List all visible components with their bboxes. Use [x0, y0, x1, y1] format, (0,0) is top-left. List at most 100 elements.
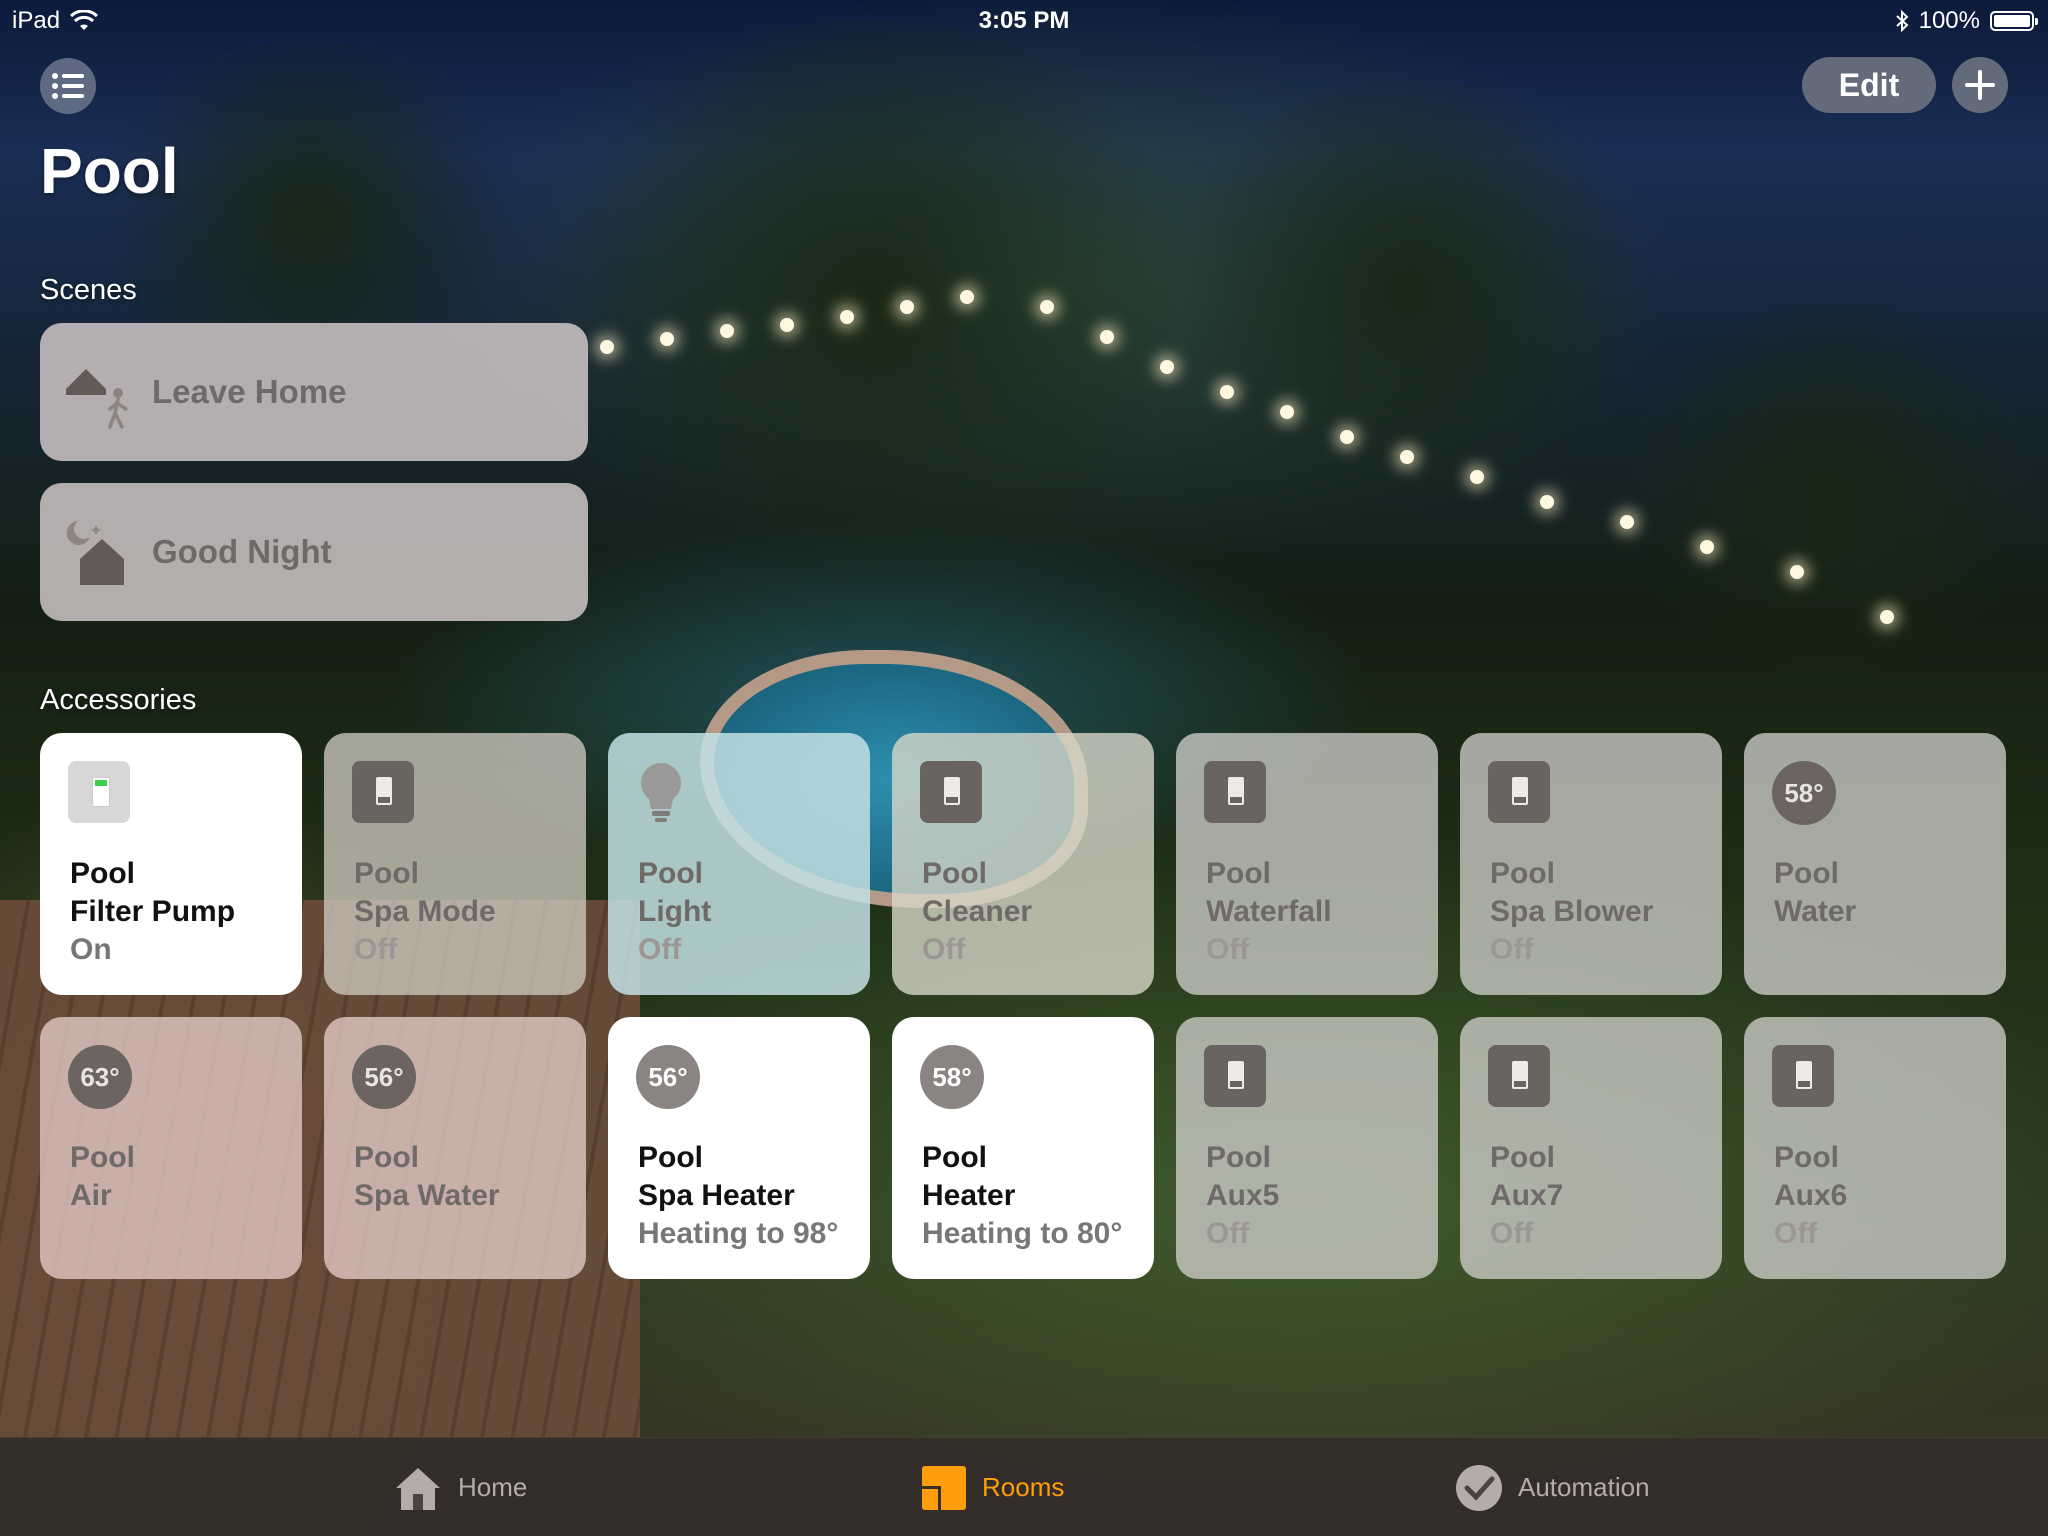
- scene-label: Good Night: [152, 533, 332, 570]
- home-icon: [396, 1467, 440, 1510]
- rooms-list-button[interactable]: [40, 58, 96, 114]
- accessory-name: Cleaner: [922, 895, 1033, 928]
- accessory-text: Pool Aux6 Off: [1774, 1139, 1847, 1253]
- accessory-tile[interactable]: Pool Aux7 Off: [1460, 1017, 1722, 1279]
- accessory-tile[interactable]: 58° Pool Water: [1744, 733, 2006, 995]
- switch-icon: [1204, 761, 1266, 823]
- accessory-tile[interactable]: 63° Pool Air: [40, 1017, 302, 1279]
- temperature-reading: 58°: [1772, 761, 1836, 825]
- thermostat-icon: 58°: [920, 1045, 984, 1109]
- thermostat-icon: 56°: [636, 1045, 700, 1109]
- thermometer-icon: 58°: [1772, 761, 1836, 825]
- accessory-tile[interactable]: Pool Spa Mode Off: [324, 733, 586, 995]
- bulb-icon: [636, 761, 686, 830]
- switch-icon: [920, 761, 982, 823]
- accessory-text: Pool Cleaner Off: [922, 855, 1032, 969]
- accessory-room: Pool: [354, 857, 419, 890]
- battery-icon: [1990, 11, 2038, 31]
- battery-percent: 100%: [1918, 7, 1980, 34]
- accessory-room: Pool: [1774, 857, 1839, 890]
- tab-label: Home: [458, 1472, 528, 1502]
- accessory-text: Pool Spa Blower Off: [1490, 855, 1653, 969]
- tab-bar: Home Rooms Automation: [0, 1437, 2048, 1536]
- accessory-text: Pool Heater Heating to 80°: [922, 1139, 1122, 1253]
- home-app-screen: iPad 3:05 PM 100% Edit Pool Scenes Leave…: [0, 0, 2048, 1536]
- status-bar: iPad 3:05 PM 100%: [0, 0, 2048, 40]
- accessory-tile[interactable]: Pool Waterfall Off: [1176, 733, 1438, 995]
- accessory-name: Air: [70, 1179, 112, 1212]
- scene-label: Leave Home: [152, 373, 347, 410]
- accessory-room: Pool: [638, 1141, 703, 1174]
- accessory-name: Filter Pump: [70, 895, 236, 928]
- accessory-status: Off: [1490, 933, 1534, 966]
- switch-icon: [1204, 1045, 1266, 1107]
- accessory-status: Off: [354, 933, 398, 966]
- leave-home-icon: [66, 369, 128, 429]
- edit-button[interactable]: Edit: [1802, 57, 1936, 113]
- accessory-text: Pool Light Off: [638, 855, 711, 969]
- accessory-name: Spa Heater: [638, 1179, 795, 1212]
- accessory-tile[interactable]: 56° Pool Spa Heater Heating to 98°: [608, 1017, 870, 1279]
- accessory-status: Off: [638, 933, 682, 966]
- accessory-room: Pool: [1206, 857, 1271, 890]
- switch-icon: [1772, 1045, 1834, 1107]
- accessory-text: Pool Aux7 Off: [1490, 1139, 1563, 1253]
- accessory-tile[interactable]: Pool Spa Blower Off: [1460, 733, 1722, 995]
- accessory-room: Pool: [922, 857, 987, 890]
- switch-icon: [352, 761, 414, 823]
- accessory-text: Pool Filter Pump On: [70, 855, 235, 969]
- tab-rooms[interactable]: Rooms: [920, 1438, 1064, 1536]
- accessory-status: Off: [1774, 1217, 1818, 1250]
- switch-icon: [1488, 761, 1550, 823]
- scene-good-night[interactable]: Good Night: [40, 483, 588, 621]
- accessory-text: Pool Air: [70, 1139, 135, 1215]
- accessory-text: Pool Spa Mode Off: [354, 855, 496, 969]
- accessory-status: On: [70, 933, 112, 966]
- scene-leave-home[interactable]: Leave Home: [40, 323, 588, 461]
- accessory-text: Pool Water: [1774, 855, 1856, 931]
- tab-home[interactable]: Home: [392, 1438, 527, 1536]
- accessory-text: Pool Aux5 Off: [1206, 1139, 1279, 1253]
- add-button[interactable]: [1952, 57, 2008, 113]
- rooms-icon: [922, 1465, 966, 1510]
- clock: 3:05 PM: [978, 7, 1070, 34]
- accessory-room: Pool: [1490, 1141, 1555, 1174]
- accessory-name: Aux6: [1774, 1179, 1848, 1212]
- accessory-name: Water: [1774, 895, 1857, 928]
- temperature-reading: 63°: [68, 1045, 132, 1109]
- accessory-tile[interactable]: Pool Light Off: [608, 733, 870, 995]
- accessory-room: Pool: [922, 1141, 987, 1174]
- accessory-name: Aux5: [1206, 1179, 1280, 1212]
- accessory-tile[interactable]: 58° Pool Heater Heating to 80°: [892, 1017, 1154, 1279]
- accessory-tile[interactable]: Pool Cleaner Off: [892, 733, 1154, 995]
- accessory-name: Spa Mode: [354, 895, 496, 928]
- accessory-name: Spa Blower: [1490, 895, 1654, 928]
- accessory-tile[interactable]: 56° Pool Spa Water: [324, 1017, 586, 1279]
- list-icon: [52, 73, 84, 99]
- temperature-reading: 56°: [352, 1045, 416, 1109]
- switch-icon: [68, 761, 130, 823]
- accessory-text: Pool Waterfall Off: [1206, 855, 1332, 969]
- accessory-text: Pool Spa Heater Heating to 98°: [638, 1139, 838, 1253]
- accessory-room: Pool: [70, 1141, 135, 1174]
- accessory-status: Off: [1206, 933, 1250, 966]
- accessory-room: Pool: [1206, 1141, 1271, 1174]
- tab-automation[interactable]: Automation: [1454, 1438, 1650, 1536]
- accessory-room: Pool: [638, 857, 703, 890]
- temperature-reading: 58°: [920, 1045, 984, 1109]
- accessory-status: Off: [922, 933, 966, 966]
- accessory-tile[interactable]: Pool Aux5 Off: [1176, 1017, 1438, 1279]
- accessory-tile[interactable]: Pool Aux6 Off: [1744, 1017, 2006, 1279]
- accessory-tile[interactable]: Pool Filter Pump On: [40, 733, 302, 995]
- page-title: Pool: [40, 135, 179, 207]
- good-night-icon: [66, 521, 124, 585]
- bluetooth-icon: [1895, 9, 1909, 33]
- tab-label: Automation: [1518, 1472, 1650, 1502]
- accessory-room: Pool: [354, 1141, 419, 1174]
- accessory-name: Waterfall: [1206, 895, 1332, 928]
- accessory-name: Aux7: [1490, 1179, 1564, 1212]
- thermometer-icon: 56°: [352, 1045, 416, 1109]
- accessory-name: Heater: [922, 1179, 1016, 1212]
- thermometer-icon: 63°: [68, 1045, 132, 1109]
- automation-icon: [1456, 1464, 1502, 1511]
